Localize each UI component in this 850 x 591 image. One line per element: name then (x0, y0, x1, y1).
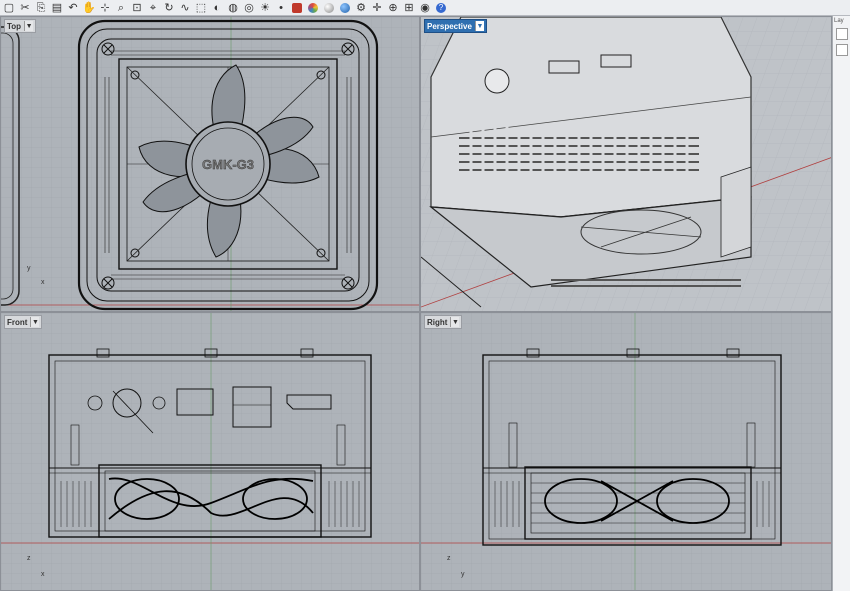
side-panel-label: Lay (834, 18, 844, 24)
viewport-right[interactable]: Right ▼ z y (420, 312, 832, 591)
viewport-title: Right (427, 317, 448, 327)
viewport-title: Front (7, 317, 28, 327)
zoom-extents-icon[interactable]: ⊡ (130, 1, 144, 15)
viewport-title: Top (7, 21, 22, 31)
shaded-icon[interactable]: ◐ (210, 1, 224, 15)
viewport-tab-top[interactable]: Top ▼ (4, 19, 37, 33)
axis-y-label: y (461, 571, 465, 578)
rotate-icon[interactable]: ↻ (162, 1, 176, 15)
viewport-tab-right[interactable]: Right ▼ (424, 315, 463, 329)
snap-icon[interactable]: ⊕ (386, 1, 400, 15)
grid-icon[interactable]: ⊞ (402, 1, 416, 15)
cut-icon[interactable]: ✂ (18, 1, 32, 15)
zoom-icon[interactable]: ⌕ (114, 1, 128, 15)
new-icon[interactable]: ▢ (2, 1, 16, 15)
undo-icon[interactable]: ↶ (66, 1, 80, 15)
layer-icon[interactable] (290, 1, 304, 15)
sphere-icon[interactable] (322, 1, 336, 15)
chevron-down-icon[interactable]: ▼ (450, 317, 460, 327)
axis-y-label: y (27, 265, 31, 272)
axis-x-label: x (41, 279, 45, 286)
chevron-down-icon[interactable]: ▼ (474, 21, 484, 31)
light-icon[interactable]: ☀ (258, 1, 272, 15)
layer-toggle-icon[interactable] (836, 28, 848, 40)
axis-z-label: z (447, 555, 451, 562)
help-icon[interactable]: ? (434, 1, 448, 15)
layer-filter-icon[interactable] (836, 44, 848, 56)
render-icon[interactable]: ◍ (226, 1, 240, 15)
main-toolbar: ▢ ✂ ⎘ ▤ ↶ ✋ ⊹ ⌕ ⊡ ⌖ ↻ ∿ ⬚ ◐ ◍ ◎ ☀ • ⚙ ✛ … (0, 0, 850, 16)
perspective-view-drawing (421, 17, 831, 311)
chevron-down-icon[interactable]: ▼ (24, 21, 34, 31)
globe-icon[interactable] (338, 1, 352, 15)
top-view-drawing: GMK-G3 (1, 17, 419, 311)
chevron-down-icon[interactable]: ▼ (30, 317, 40, 327)
viewport-top[interactable]: Top ▼ GMK-G3 y x (0, 16, 420, 312)
color-icon[interactable] (306, 1, 320, 15)
viewport-tab-perspective[interactable]: Perspective ▼ (424, 19, 487, 33)
point-icon[interactable]: • (274, 1, 288, 15)
viewport-perspective[interactable]: Perspective ▼ (420, 16, 832, 312)
osnap-icon[interactable]: ◉ (418, 1, 432, 15)
viewport-front[interactable]: Front ▼ z x (0, 312, 420, 591)
axis-z-label: z (27, 555, 31, 562)
paste-icon[interactable]: ▤ (50, 1, 64, 15)
gumball-icon[interactable]: ✛ (370, 1, 384, 15)
layers-side-panel: Lay (832, 16, 850, 591)
wireframe-icon[interactable]: ⬚ (194, 1, 208, 15)
axis-x-label: x (41, 571, 45, 578)
select-icon[interactable]: ⊹ (98, 1, 112, 15)
right-view-drawing (421, 313, 831, 590)
curve-icon[interactable]: ∿ (178, 1, 192, 15)
fan-label: GMK-G3 (202, 157, 254, 172)
copy-icon[interactable]: ⎘ (34, 1, 48, 15)
viewport-tab-front[interactable]: Front ▼ (4, 315, 43, 329)
zoom-window-icon[interactable]: ⌖ (146, 1, 160, 15)
viewport-title: Perspective (427, 21, 472, 31)
pan-icon[interactable]: ✋ (82, 1, 96, 15)
settings-icon[interactable]: ⚙ (354, 1, 368, 15)
front-view-drawing (1, 313, 419, 590)
camera-icon[interactable]: ◎ (242, 1, 256, 15)
